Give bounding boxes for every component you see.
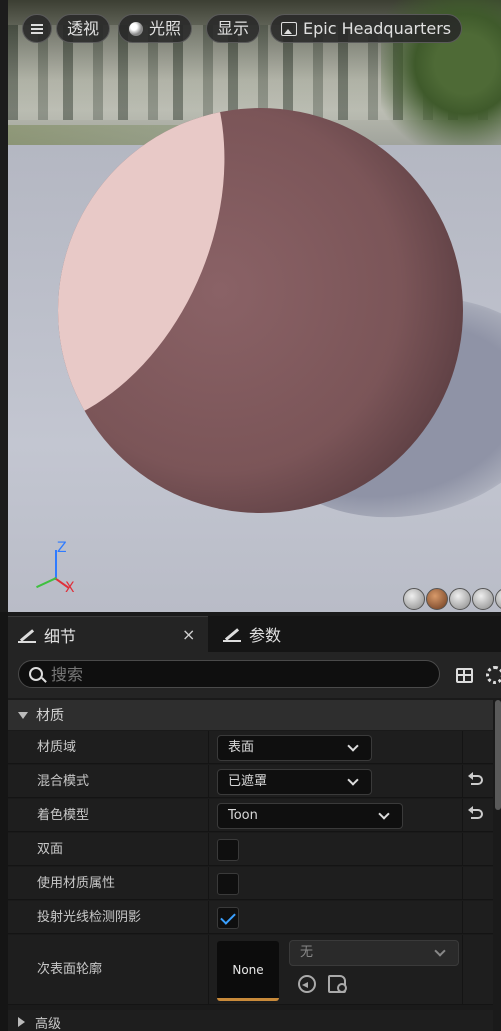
z-axis-label: Z xyxy=(57,540,67,556)
lit-mode-button[interactable]: 光照 xyxy=(118,14,193,43)
pencil-icon xyxy=(18,627,36,643)
dropdown-value: 已遮罩 xyxy=(228,774,268,789)
two-sided-checkbox[interactable] xyxy=(217,839,239,861)
property-row-material-domain: 材质域 表面 xyxy=(8,731,493,764)
browse-asset-icon[interactable] xyxy=(328,975,347,993)
category-advanced-label: 高级 xyxy=(35,1016,62,1031)
tab-details-label: 细节 xyxy=(44,626,77,646)
shading-model-dropdown[interactable]: Toon xyxy=(217,803,403,829)
tab-parameters-label: 参数 xyxy=(249,626,282,645)
blend-mode-dropdown[interactable]: 已遮罩 xyxy=(217,769,372,795)
tab-parameters[interactable]: 参数 xyxy=(213,616,333,652)
search-icon xyxy=(29,667,43,681)
x-axis-label: X xyxy=(65,580,75,596)
category-material-header[interactable]: 材质 xyxy=(8,700,493,730)
asset-picker-value: 无 xyxy=(300,945,314,960)
property-label: 使用材质属性 xyxy=(37,876,116,891)
chevron-down-icon xyxy=(347,774,359,786)
category-material-label: 材质 xyxy=(36,708,64,724)
reset-to-default-icon[interactable] xyxy=(468,772,483,785)
chevron-down-icon xyxy=(378,808,390,820)
chevron-down-icon xyxy=(347,740,359,752)
material-domain-dropdown[interactable]: 表面 xyxy=(217,735,372,761)
gear-icon[interactable] xyxy=(486,666,501,684)
show-label: 显示 xyxy=(217,19,250,38)
search-bar xyxy=(8,652,501,698)
thumbnail-label: None xyxy=(232,962,264,977)
viewport-menu-button[interactable] xyxy=(22,14,52,43)
lit-mode-label: 光照 xyxy=(149,19,182,38)
preview-scene-button[interactable]: Epic Headquarters xyxy=(270,14,463,43)
cylinder-preview-icon[interactable] xyxy=(403,588,425,610)
chevron-down-icon xyxy=(434,945,446,957)
perspective-label: 透视 xyxy=(67,19,100,38)
details-panel: 细节 × 参数 材质 材质域 表面 混合模式 已遮罩 xyxy=(8,612,501,1031)
subsurface-profile-picker[interactable]: 无 xyxy=(289,940,459,966)
property-label: 投射光线检测阴影 xyxy=(37,910,142,925)
property-row-cast-raytraced-shadows: 投射光线检测阴影 xyxy=(8,901,493,934)
property-label: 次表面轮廓 xyxy=(37,962,103,977)
property-label: 材质域 xyxy=(37,740,77,755)
use-selected-asset-icon[interactable] xyxy=(298,975,316,993)
property-row-two-sided: 双面 xyxy=(8,833,493,866)
search-input[interactable] xyxy=(51,664,421,684)
axis-gizmo: Z X xyxy=(22,540,92,600)
show-button[interactable]: 显示 xyxy=(206,14,261,43)
category-advanced-header[interactable]: 高级 xyxy=(8,1010,493,1031)
hamburger-icon xyxy=(31,23,43,34)
level-viewport[interactable]: 透视 光照 显示 Epic Headquarters Z X xyxy=(8,0,501,612)
asset-thumbnail[interactable]: None xyxy=(217,941,279,1001)
preview-shape-selector xyxy=(403,588,501,610)
dropdown-value: Toon xyxy=(228,808,258,823)
close-icon[interactable]: × xyxy=(182,625,195,644)
tab-details[interactable]: 细节 × xyxy=(8,616,208,652)
property-row-blend-mode: 混合模式 已遮罩 xyxy=(8,765,493,798)
reset-to-default-icon[interactable] xyxy=(468,806,483,819)
y-axis-line xyxy=(36,577,57,589)
cube-preview-icon[interactable] xyxy=(472,588,494,610)
dropdown-value: 表面 xyxy=(228,740,255,755)
property-row-subsurface-profile: 次表面轮廓 None 无 xyxy=(8,935,493,1005)
use-material-attributes-checkbox[interactable] xyxy=(217,873,239,895)
lit-sphere-icon xyxy=(129,21,143,36)
property-label: 双面 xyxy=(37,842,64,857)
preview-sphere[interactable] xyxy=(58,108,463,513)
scrollbar[interactable] xyxy=(495,700,501,810)
panel-tabs: 细节 × 参数 xyxy=(8,616,501,652)
plane-preview-icon[interactable] xyxy=(449,588,471,610)
sphere-preview-icon[interactable] xyxy=(426,588,448,610)
property-row-use-material-attributes: 使用材质属性 xyxy=(8,867,493,900)
perspective-button[interactable]: 透视 xyxy=(56,14,111,43)
property-label: 着色模型 xyxy=(37,808,90,823)
expand-arrow-icon xyxy=(18,711,28,719)
custom-mesh-preview-icon[interactable] xyxy=(495,588,501,610)
pencil-icon xyxy=(223,626,241,642)
collapse-arrow-icon xyxy=(18,1017,25,1027)
cast-raytraced-shadows-checkbox[interactable] xyxy=(217,907,239,929)
property-row-shading-model: 着色模型 Toon xyxy=(8,799,493,832)
viewport-border xyxy=(0,0,8,612)
property-label: 混合模式 xyxy=(37,774,90,789)
table-view-icon[interactable] xyxy=(456,668,473,683)
preview-scene-label: Epic Headquarters xyxy=(303,19,452,38)
scene-image-icon xyxy=(281,21,297,36)
search-box[interactable] xyxy=(18,660,440,688)
